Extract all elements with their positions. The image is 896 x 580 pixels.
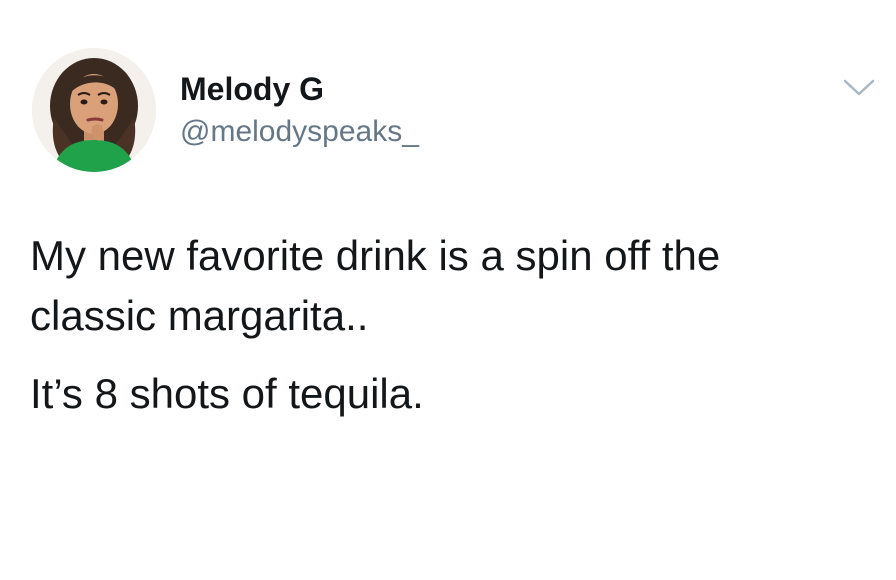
- avatar-image: [32, 48, 156, 172]
- tweet-text-line-1: My new favorite drink is a spin off the: [30, 232, 721, 279]
- tweet-text-line-3: It’s 8 shots of tequila.: [30, 370, 424, 417]
- tweet-text: My new favorite drink is a spin off the …: [30, 226, 870, 424]
- tweet-card: Melody G @melodyspeaks_ My new favorite …: [0, 0, 896, 580]
- author-info: Melody G @melodyspeaks_: [180, 70, 419, 150]
- tweet-header: Melody G @melodyspeaks_: [32, 48, 875, 172]
- chevron-down-icon[interactable]: [842, 76, 876, 98]
- username-handle[interactable]: @melodyspeaks_: [180, 114, 419, 150]
- tweet-text-line-2: classic margarita..: [30, 292, 369, 339]
- display-name[interactable]: Melody G: [180, 70, 419, 108]
- avatar[interactable]: [32, 48, 156, 172]
